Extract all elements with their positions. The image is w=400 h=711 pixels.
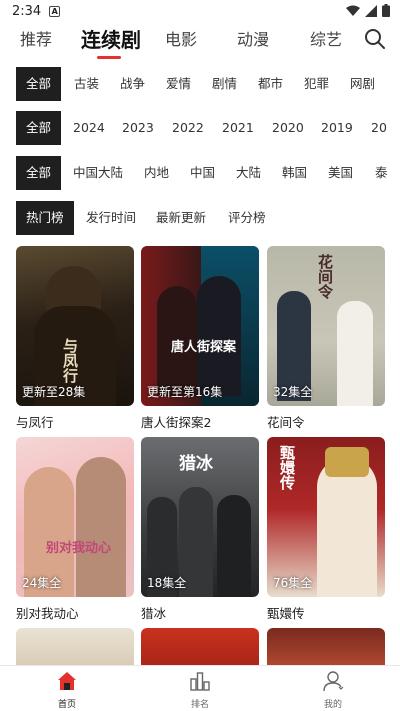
drama-card[interactable]: 甄嬛传 76集全 甄嬛传 <box>267 437 385 622</box>
drama-title: 唐人街探案2 <box>141 415 212 430</box>
genre-filter-row: 全部 古装 战争 爱情 剧情 都市 犯罪 网剧 <box>0 67 400 103</box>
drama-title: 别对我动心 <box>16 606 79 621</box>
poster-title: 别对我动心 <box>46 541 112 556</box>
category-tabs: 推荐 连续剧 电影 动漫 综艺 <box>0 26 400 62</box>
nav-home-label: 首页 <box>57 700 76 710</box>
genre-chip[interactable]: 剧情 <box>212 67 237 101</box>
episode-badge: 32集全 <box>273 385 313 399</box>
region-chip[interactable]: 内地 <box>144 156 169 190</box>
ranking-icon <box>190 672 210 691</box>
episode-badge: 更新至第16集 <box>147 385 223 399</box>
tab-variety[interactable]: 综艺 <box>310 26 342 50</box>
signal-icon <box>365 4 377 17</box>
year-chip[interactable]: 2019 <box>321 111 353 145</box>
poster-title: 甄嬛传 <box>278 445 296 490</box>
episode-badge: 18集全 <box>147 576 187 590</box>
region-chip[interactable]: 中国大陆 <box>73 156 123 190</box>
genre-chip[interactable]: 爱情 <box>166 67 191 101</box>
poster-title: 与凤行 <box>61 338 79 383</box>
drama-card[interactable]: 猎冰 18集全 猎冰 <box>141 437 259 622</box>
nav-ranking[interactable]: 排名 <box>175 670 225 710</box>
poster-image: 猎冰 18集全 <box>141 437 259 597</box>
year-chip[interactable]: 2020 <box>272 111 304 145</box>
drama-card[interactable]: 花间令 32集全 花间令 <box>267 246 385 431</box>
region-chip[interactable]: 大陆 <box>236 156 261 190</box>
sort-chip-hot[interactable]: 热门榜 <box>16 201 74 235</box>
genre-chip[interactable]: 犯罪 <box>304 67 329 101</box>
drama-card[interactable]: 唐人街探案 更新至第16集 唐人街探案2 <box>141 246 259 431</box>
notification-badge-icon: A <box>49 5 61 17</box>
tab-recommend[interactable]: 推荐 <box>20 26 52 50</box>
year-filter-row: 全部 2024 2023 2022 2021 2020 2019 20 <box>0 111 400 147</box>
status-time: 2:34 <box>12 3 42 19</box>
drama-title: 与凤行 <box>16 415 54 430</box>
episode-badge: 更新至28集 <box>22 385 86 399</box>
region-filter-row: 全部 中国大陆 内地 中国 大陆 韩国 美国 泰 <box>0 156 400 192</box>
sort-chip-latest[interactable]: 最新更新 <box>156 201 206 235</box>
poster-image: 唐人街探案 更新至第16集 <box>141 246 259 406</box>
year-chip[interactable]: 全部 <box>16 111 62 145</box>
genre-chip[interactable]: 都市 <box>258 67 283 101</box>
drama-card[interactable] <box>16 628 134 668</box>
sort-filter-row: 热门榜 发行时间 最新更新 评分榜 <box>0 201 400 237</box>
year-chip[interactable]: 2022 <box>172 111 204 145</box>
poster-image: 与凤行 更新至28集 <box>16 246 134 406</box>
genre-chip[interactable]: 战争 <box>120 67 145 101</box>
nav-ranking-label: 排名 <box>190 700 209 710</box>
drama-card[interactable] <box>267 628 385 668</box>
nav-profile-label: 我的 <box>323 700 342 710</box>
profile-icon <box>323 671 344 692</box>
tab-anime[interactable]: 动漫 <box>237 26 269 50</box>
poster-title: 猎冰 <box>179 454 213 474</box>
battery-icon <box>382 4 390 17</box>
year-chip[interactable]: 2024 <box>73 111 105 145</box>
tab-tv-series[interactable]: 连续剧 <box>81 24 141 53</box>
drama-title: 甄嬛传 <box>267 606 305 621</box>
poster-image <box>267 628 385 668</box>
poster-image: 甄嬛传 76集全 <box>267 437 385 597</box>
poster-image <box>16 628 134 668</box>
drama-title: 猎冰 <box>141 606 167 621</box>
status-icons <box>346 4 390 17</box>
drama-card[interactable] <box>141 628 259 668</box>
sort-chip-release[interactable]: 发行时间 <box>86 201 136 235</box>
episode-badge: 24集全 <box>22 576 62 590</box>
year-chip[interactable]: 20 <box>371 111 387 145</box>
nav-profile[interactable]: 我的 <box>308 670 358 710</box>
region-chip[interactable]: 泰 <box>375 156 388 190</box>
drama-card[interactable]: 与凤行 更新至28集 与凤行 <box>16 246 134 431</box>
poster-image: 花间令 32集全 <box>267 246 385 406</box>
tab-movies[interactable]: 电影 <box>165 26 197 50</box>
home-icon <box>58 672 76 690</box>
poster-image <box>141 628 259 668</box>
nav-home[interactable]: 首页 <box>42 670 92 710</box>
region-chip[interactable]: 中国 <box>190 156 215 190</box>
bottom-nav: 首页 排名 我的 <box>0 665 400 711</box>
region-chip[interactable]: 韩国 <box>282 156 307 190</box>
genre-chip[interactable]: 古装 <box>74 67 99 101</box>
drama-card[interactable]: 别对我动心 24集全 别对我动心 <box>16 437 134 622</box>
poster-title: 花间令 <box>316 254 334 299</box>
region-chip[interactable]: 全部 <box>16 156 62 190</box>
genre-chip[interactable]: 网剧 <box>350 67 375 101</box>
episode-badge: 76集全 <box>273 576 313 590</box>
status-bar: 2:34 A <box>0 0 400 22</box>
wifi-icon <box>346 5 360 16</box>
year-chip[interactable]: 2023 <box>122 111 154 145</box>
drama-title: 花间令 <box>267 415 305 430</box>
sort-chip-rating[interactable]: 评分榜 <box>228 201 266 235</box>
genre-chip[interactable]: 全部 <box>16 67 62 101</box>
poster-image: 别对我动心 24集全 <box>16 437 134 597</box>
region-chip[interactable]: 美国 <box>328 156 353 190</box>
search-icon[interactable] <box>364 28 386 50</box>
poster-title: 唐人街探案 <box>171 340 237 355</box>
year-chip[interactable]: 2021 <box>222 111 254 145</box>
active-tab-indicator <box>97 56 121 59</box>
